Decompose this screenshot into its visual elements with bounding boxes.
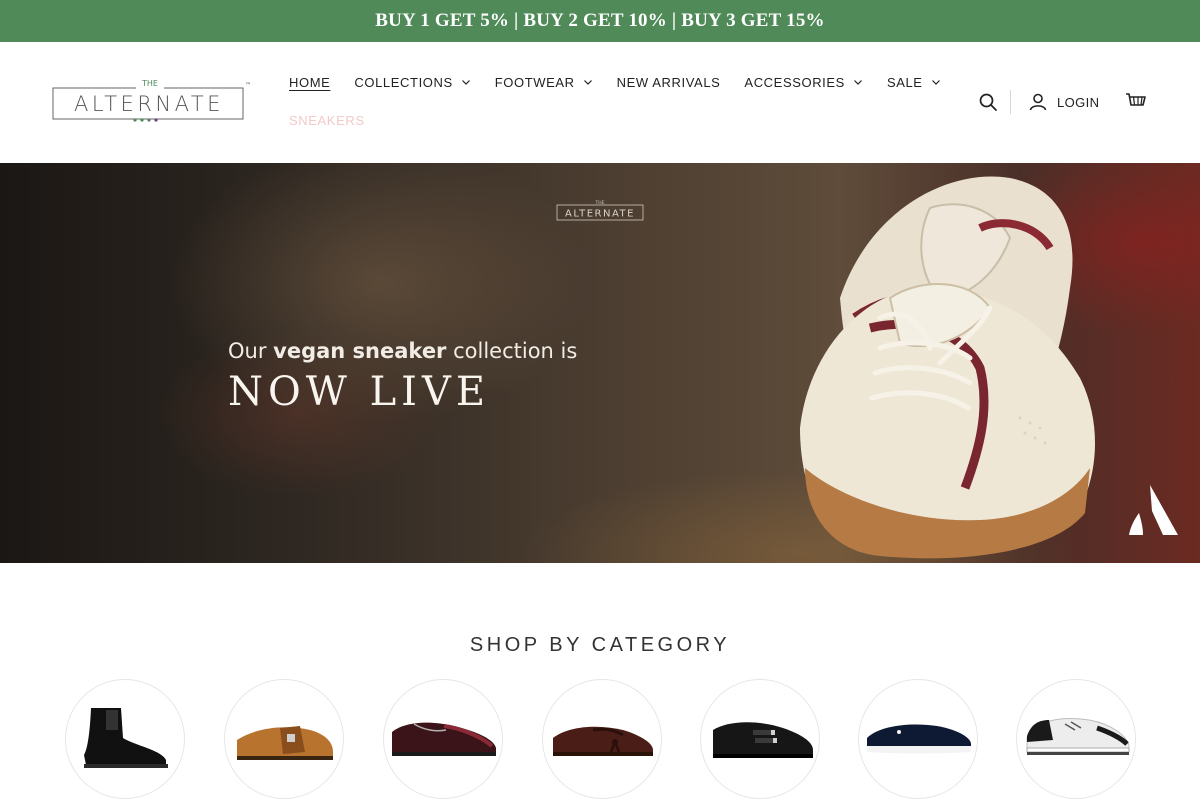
hero-banner[interactable]: THE ALTERNATE Our vegan sneaker collecti… [0,163,1200,563]
category-item[interactable] [1016,679,1136,799]
login-button[interactable]: LOGIN [1029,93,1099,111]
nav-footwear[interactable]: FOOTWEAR [495,75,593,90]
header-actions: LOGIN [978,90,1147,114]
brand-mark-icon [1129,485,1178,535]
search-button[interactable] [978,92,998,112]
nav-collections[interactable]: COLLECTIONS [354,75,470,90]
hero-brand-logo: THE ALTERNATE [556,200,644,221]
chevron-down-icon [583,80,592,85]
sneakers-image [800,176,1095,559]
category-item[interactable] [224,679,344,799]
hero-subheading: Our vegan sneaker collection is [228,339,578,363]
category-item[interactable] [542,679,662,799]
site-header: THE ALTERNATE ™ HOME COLLECTIONS FOOTWEA… [0,42,1200,163]
oxford-brogue-icon [392,722,496,756]
chevron-down-icon [931,80,940,85]
category-item[interactable] [65,679,185,799]
nav-accessories[interactable]: ACCESSORIES [744,75,863,90]
header-divider [1010,90,1011,114]
user-icon [1029,93,1047,111]
chevron-down-icon [854,80,862,85]
announcement-text: BUY 1 GET 5% | BUY 2 GET 10% | BUY 3 GET… [375,10,825,31]
nav-sale[interactable]: SALE [887,75,941,90]
login-label: LOGIN [1057,94,1100,110]
svg-text:ALTERNATE: ALTERNATE [74,92,224,116]
hero-heading: NOW LIVE [228,369,491,415]
svg-text:ALTERNATE: ALTERNATE [565,209,635,220]
category-list [65,679,1145,800]
suede-loafer-sneaker-icon [867,724,971,754]
brand-logo[interactable]: THE ALTERNATE ™ [52,78,251,124]
shop-by-category-title: SHOP BY CATEGORY [469,634,731,656]
announcement-bar: BUY 1 GET 5% | BUY 2 GET 10% | BUY 3 GET… [0,0,1200,42]
chevron-down-icon [461,80,470,85]
svg-text:™: ™ [245,82,250,89]
double-monk-icon [713,722,813,758]
tassel-loafer-icon [553,726,653,756]
white-sneaker-icon [1026,718,1130,755]
nav-home[interactable]: HOME [289,75,330,90]
cart-icon [1126,93,1147,106]
chelsea-boot-icon [84,708,168,768]
category-item[interactable] [858,679,978,799]
nav-new-arrivals[interactable]: NEW ARRIVALS [617,75,721,90]
tan-monk-strap-icon [237,726,333,760]
nav-sneakers[interactable]: SNEAKERS [289,113,365,128]
main-nav: HOME COLLECTIONS FOOTWEAR NEW ARRIVALS A… [289,72,965,92]
category-item[interactable] [383,679,503,799]
cart-button[interactable] [1125,92,1147,112]
category-item[interactable] [700,679,820,799]
search-icon [979,93,997,111]
